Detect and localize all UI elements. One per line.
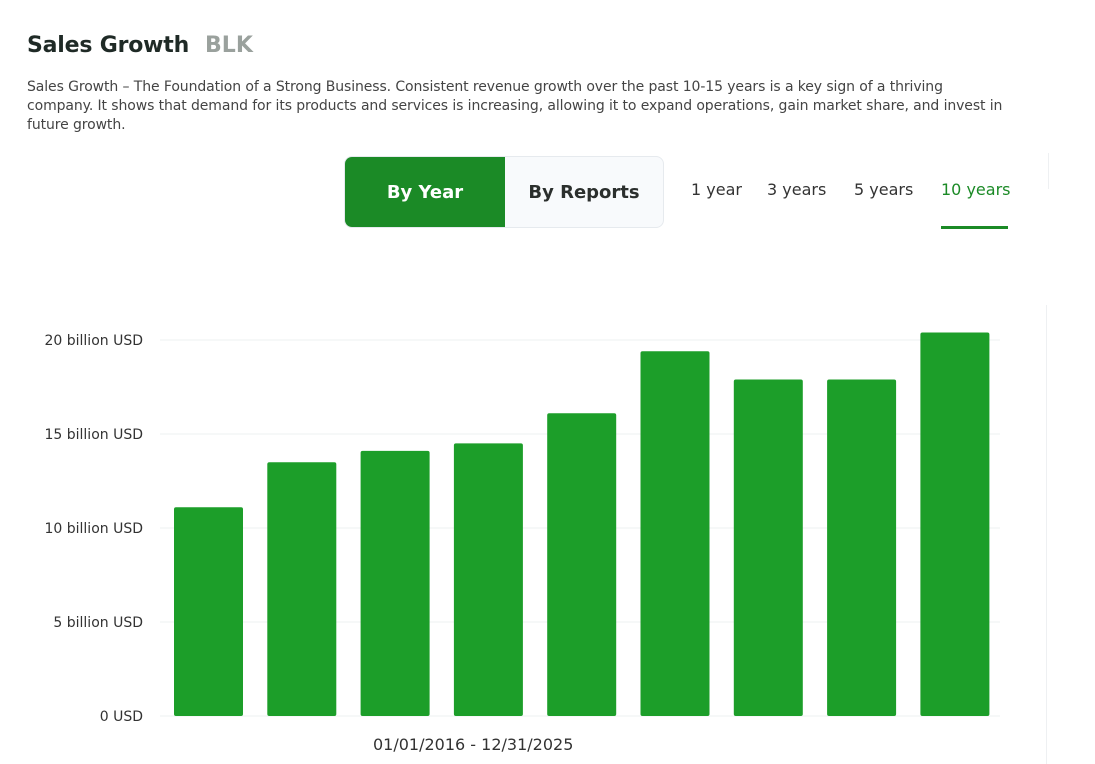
page-title: Sales Growth (27, 33, 190, 58)
by-reports-button[interactable]: By Reports (505, 157, 663, 227)
sales-bar-chart: 0 USD 5 billion USD 10 billion USD 15 billi… (44, 332, 1000, 725)
bar-2021[interactable] (640, 351, 710, 716)
y-tick-label: 15 billion USD (44, 427, 143, 443)
y-tick-label: 5 billion USD (53, 615, 143, 631)
y-tick-label: 0 USD (100, 709, 143, 725)
date-range-label: 01/01/2016 - 12/31/2025 (373, 735, 574, 754)
bar-2016[interactable] (174, 507, 243, 716)
description-text: Sales Growth – The Foundation of a Stron… (27, 79, 1003, 133)
view-toggle: By Year By Reports (344, 156, 664, 228)
bar-2018[interactable] (360, 450, 430, 716)
bar-2022[interactable] (733, 379, 803, 717)
bar-2019[interactable] (453, 443, 523, 716)
bar-2020[interactable] (547, 413, 617, 716)
bar-2023[interactable] (827, 379, 897, 717)
by-year-button[interactable]: By Year (345, 157, 505, 227)
ticker-symbol: BLK (205, 33, 253, 58)
y-tick-label: 20 billion USD (44, 333, 143, 349)
bar-2017[interactable] (267, 462, 337, 716)
bar-2024[interactable] (920, 332, 990, 717)
divider (1048, 153, 1049, 189)
range-tab-10-years[interactable]: 10 years (941, 180, 1010, 199)
active-range-underline (941, 226, 1008, 229)
title-row: Sales Growth BLK (27, 33, 253, 58)
y-tick-label: 10 billion USD (44, 521, 143, 537)
range-tab-3-years[interactable]: 3 years (767, 180, 826, 199)
divider (1046, 305, 1047, 764)
range-tab-1-year[interactable]: 1 year (691, 180, 742, 199)
range-tab-5-years[interactable]: 5 years (854, 180, 913, 199)
